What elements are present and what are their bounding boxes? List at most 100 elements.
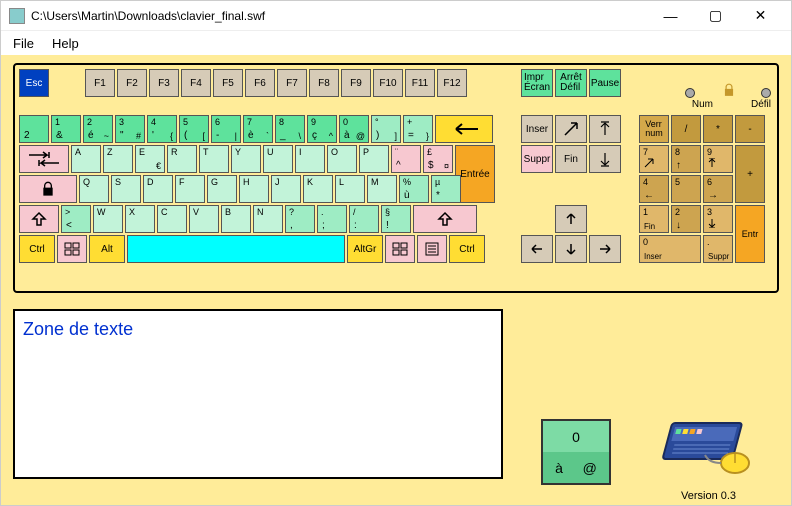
- text-zone[interactable]: Zone de texte: [13, 309, 503, 479]
- key-arrow-down[interactable]: [555, 235, 587, 263]
- key-question[interactable]: ?,: [285, 205, 315, 233]
- key-y[interactable]: Y: [231, 145, 261, 173]
- key-numpad-5[interactable]: 5: [671, 175, 701, 203]
- key-numpad-9[interactable]: 9: [703, 145, 733, 173]
- key-c[interactable]: C: [157, 205, 187, 233]
- key-f5[interactable]: F5: [213, 69, 243, 97]
- key-5[interactable]: 5([: [179, 115, 209, 143]
- key-esc[interactable]: Esc: [19, 69, 49, 97]
- key-numpad-mul[interactable]: *: [703, 115, 733, 143]
- key-numlock[interactable]: Verr num: [639, 115, 669, 143]
- key-numpad-7[interactable]: 7: [639, 145, 669, 173]
- key-f12[interactable]: F12: [437, 69, 467, 97]
- key-mu[interactable]: µ*: [431, 175, 461, 203]
- key-home[interactable]: [555, 115, 587, 143]
- key-period[interactable]: .;: [317, 205, 347, 233]
- key-f11[interactable]: F11: [405, 69, 435, 97]
- key-v[interactable]: V: [189, 205, 219, 233]
- key-numpad-plus[interactable]: +: [735, 145, 765, 203]
- key-numpad-1[interactable]: 1Fin: [639, 205, 669, 233]
- key-o[interactable]: O: [327, 145, 357, 173]
- key-print-screen[interactable]: Impr Écran: [521, 69, 553, 97]
- key-insert[interactable]: Inser: [521, 115, 553, 143]
- key-i[interactable]: I: [295, 145, 325, 173]
- key-lessthan[interactable]: ><: [61, 205, 91, 233]
- key-pause[interactable]: Pause: [589, 69, 621, 97]
- key-k[interactable]: K: [303, 175, 333, 203]
- key-tab[interactable]: [19, 145, 69, 173]
- key-capslock[interactable]: [19, 175, 77, 203]
- key-numpad-0[interactable]: 0Inser: [639, 235, 701, 263]
- key-3[interactable]: 3"#: [115, 115, 145, 143]
- key-b[interactable]: B: [221, 205, 251, 233]
- key-shift-right[interactable]: [413, 205, 477, 233]
- key-f8[interactable]: F8: [309, 69, 339, 97]
- key-e[interactable]: E€: [135, 145, 165, 173]
- key-a[interactable]: A: [71, 145, 101, 173]
- key-f3[interactable]: F3: [149, 69, 179, 97]
- key-arrow-left[interactable]: [521, 235, 553, 263]
- key-numpad-6[interactable]: 6→: [703, 175, 733, 203]
- key-section[interactable]: §!: [381, 205, 411, 233]
- key-f10[interactable]: F10: [373, 69, 403, 97]
- key-q[interactable]: Q: [79, 175, 109, 203]
- key-d[interactable]: D: [143, 175, 173, 203]
- key-delete[interactable]: Suppr: [521, 145, 553, 173]
- key-numpad-4[interactable]: 4←: [639, 175, 669, 203]
- key-8[interactable]: 8_\: [275, 115, 305, 143]
- key-t[interactable]: T: [199, 145, 229, 173]
- key-enter[interactable]: Entrée: [455, 145, 495, 203]
- key-p[interactable]: P: [359, 145, 389, 173]
- key-s[interactable]: S: [111, 175, 141, 203]
- key-r[interactable]: R: [167, 145, 197, 173]
- key-f6[interactable]: F6: [245, 69, 275, 97]
- key-f2[interactable]: F2: [117, 69, 147, 97]
- key-scroll-lock[interactable]: Arrêt Défil: [555, 69, 587, 97]
- key-numpad-8[interactable]: 8↑: [671, 145, 701, 173]
- key-f9[interactable]: F9: [341, 69, 371, 97]
- key-numpad-div[interactable]: /: [671, 115, 701, 143]
- key-percent[interactable]: %ù: [399, 175, 429, 203]
- key-0[interactable]: 0à@: [339, 115, 369, 143]
- key-squared[interactable]: 2: [19, 115, 49, 143]
- key-pageup[interactable]: [589, 115, 621, 143]
- menu-file[interactable]: File: [13, 36, 34, 51]
- key-f4[interactable]: F4: [181, 69, 211, 97]
- key-alt[interactable]: Alt: [89, 235, 125, 263]
- key-7[interactable]: 7è`: [243, 115, 273, 143]
- key-2[interactable]: 2é~: [83, 115, 113, 143]
- key-u[interactable]: U: [263, 145, 293, 173]
- key-6[interactable]: 6-|: [211, 115, 241, 143]
- key-h[interactable]: H: [239, 175, 269, 203]
- key-caret[interactable]: ¨^: [391, 145, 421, 173]
- key-f[interactable]: F: [175, 175, 205, 203]
- key-w[interactable]: W: [93, 205, 123, 233]
- key-m[interactable]: M: [367, 175, 397, 203]
- key-end[interactable]: Fin: [555, 145, 587, 173]
- minimize-button[interactable]: —: [648, 3, 693, 29]
- key-numpad-sub[interactable]: -: [735, 115, 765, 143]
- key-f7[interactable]: F7: [277, 69, 307, 97]
- key-arrow-right[interactable]: [589, 235, 621, 263]
- key-x[interactable]: X: [125, 205, 155, 233]
- key-backspace[interactable]: [435, 115, 493, 143]
- key-z[interactable]: Z: [103, 145, 133, 173]
- maximize-button[interactable]: ▢: [693, 3, 738, 29]
- key-slash[interactable]: /:: [349, 205, 379, 233]
- key-arrow-up[interactable]: [555, 205, 587, 233]
- key-plus[interactable]: +=}: [403, 115, 433, 143]
- key-shift-left[interactable]: [19, 205, 59, 233]
- key-9[interactable]: 9ç^: [307, 115, 337, 143]
- key-g[interactable]: G: [207, 175, 237, 203]
- key-numpad-dot[interactable]: .Suppr: [703, 235, 733, 263]
- menu-help[interactable]: Help: [52, 36, 79, 51]
- key-ctrl-right[interactable]: Ctrl: [449, 235, 485, 263]
- key-numpad-2[interactable]: 2↓: [671, 205, 701, 233]
- key-numpad-3[interactable]: 3: [703, 205, 733, 233]
- key-context-menu[interactable]: [417, 235, 447, 263]
- key-1[interactable]: 1&: [51, 115, 81, 143]
- key-win-right[interactable]: [385, 235, 415, 263]
- key-numpad-enter[interactable]: Entr: [735, 205, 765, 263]
- key-n[interactable]: N: [253, 205, 283, 233]
- key-space[interactable]: [127, 235, 345, 263]
